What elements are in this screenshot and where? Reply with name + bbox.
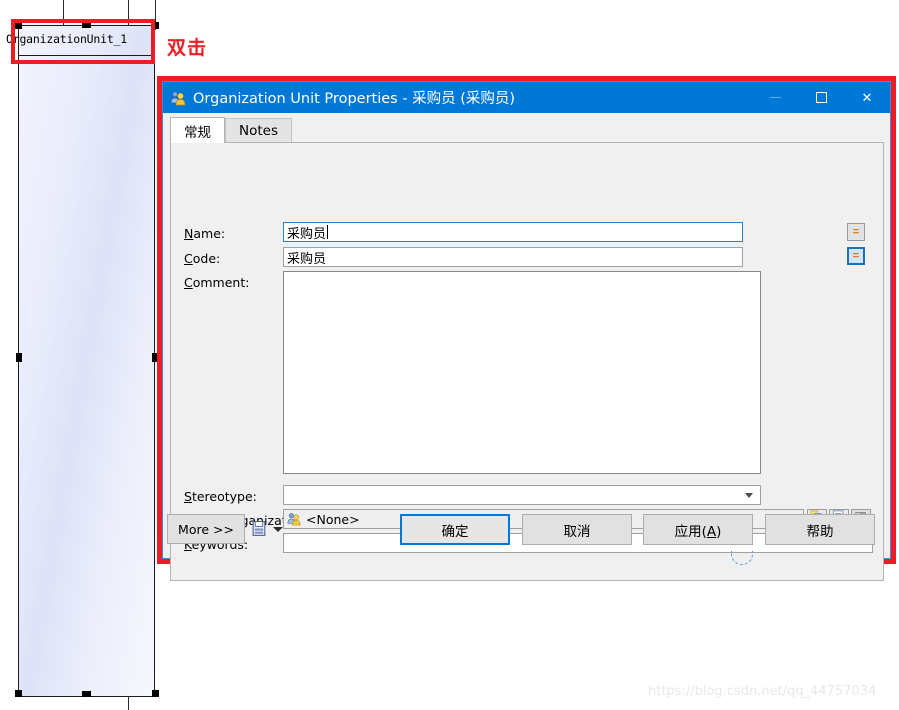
save-button[interactable]: [251, 520, 268, 537]
chevron-down-icon: [745, 493, 753, 498]
apply-button-label: 应用(A): [675, 520, 722, 540]
equals-icon: =: [853, 251, 859, 262]
text-caret: [327, 225, 328, 239]
comment-label: Comment:: [184, 275, 249, 290]
window-controls: ✕: [752, 82, 890, 113]
selection-handle-bottom-left[interactable]: [15, 690, 22, 697]
ok-button[interactable]: 确定: [400, 514, 510, 545]
tab-notes[interactable]: Notes: [225, 118, 292, 143]
selection-handle-bottom-center[interactable]: [82, 691, 91, 697]
selection-handle-bottom-right[interactable]: [152, 690, 159, 697]
save-icon: [251, 524, 268, 541]
more-button-label: More >>: [178, 522, 234, 537]
more-button[interactable]: More >>: [167, 514, 245, 544]
help-button[interactable]: 帮助: [765, 514, 875, 545]
dialog-title: Organization Unit Properties - 采购员 (采购员): [193, 87, 515, 108]
tab-general-label: 常规: [184, 121, 211, 141]
tab-general[interactable]: 常规: [170, 117, 225, 143]
minimize-icon: [770, 97, 781, 98]
maximize-icon: [816, 92, 827, 103]
comment-textarea[interactable]: [283, 271, 761, 474]
watermark-text: https://blog.csdn.net/qq_44757034: [648, 684, 876, 699]
chevron-down-icon[interactable]: [273, 527, 283, 532]
diagram-guide-line: [128, 697, 129, 710]
help-button-label: 帮助: [807, 520, 834, 540]
name-input-value: 采购员: [287, 223, 326, 242]
organization-unit-icon: [170, 90, 186, 106]
organization-unit-icon: [287, 512, 301, 526]
cancel-button[interactable]: 取消: [522, 514, 632, 545]
screenshot-root: OrganizationUnit_1 双击 https://blog.csdn.…: [0, 0, 899, 710]
tab-notes-label: Notes: [239, 123, 278, 139]
close-button[interactable]: ✕: [844, 82, 890, 113]
annotation-highlight-box: [11, 19, 155, 64]
code-equals-button[interactable]: =: [847, 247, 865, 265]
parent-organization-value: <None>: [306, 512, 360, 527]
selection-handle-middle-left[interactable]: [16, 353, 22, 362]
code-label: Code:: [184, 251, 220, 266]
code-input[interactable]: 采购员: [283, 247, 743, 267]
organization-unit-properties-dialog: Organization Unit Properties - 采购员 (采购员)…: [162, 81, 891, 559]
organization-unit-shape[interactable]: [18, 25, 155, 697]
minimize-button[interactable]: [752, 82, 798, 113]
ok-button-label: 确定: [442, 520, 469, 540]
cancel-button-label: 取消: [564, 520, 591, 540]
annotation-double-click-label: 双击: [167, 33, 207, 60]
tab-strip: 常规 Notes: [170, 117, 884, 143]
maximize-button[interactable]: [798, 82, 844, 113]
equals-icon: =: [853, 227, 859, 238]
stereotype-label: Stereotype:: [184, 489, 257, 504]
apply-button[interactable]: 应用(A): [643, 514, 753, 545]
stereotype-combobox[interactable]: [283, 485, 761, 505]
dialog-titlebar[interactable]: Organization Unit Properties - 采购员 (采购员)…: [163, 82, 890, 113]
close-icon: ✕: [862, 90, 873, 106]
name-input[interactable]: 采购员: [283, 222, 743, 242]
code-input-value: 采购员: [287, 248, 326, 267]
name-label: Name:: [184, 226, 225, 241]
resize-grip[interactable]: [873, 547, 887, 556]
name-equals-button[interactable]: =: [847, 223, 865, 241]
